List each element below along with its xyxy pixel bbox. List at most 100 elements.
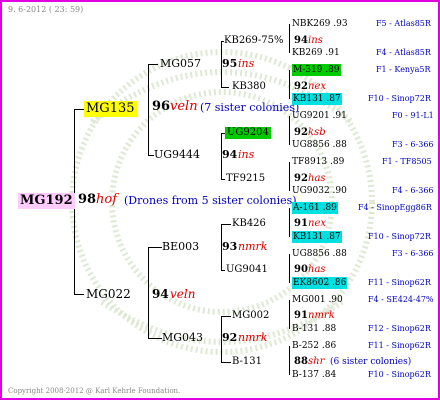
gen4-src-0: F5 - Atlas85R	[376, 19, 431, 28]
date-label: 9. 6-2012 ( 23: 59)	[8, 5, 84, 14]
gen3-d2-race: shr	[308, 356, 325, 367]
gen2-c-race: nmrk	[238, 240, 268, 253]
root-id: MG192	[18, 193, 75, 209]
gen3-d2-num: 88	[294, 356, 308, 367]
root-to-upper-line	[74, 109, 84, 110]
gen1-upper-race: veln	[170, 99, 198, 114]
gen3-d1-num: 91	[294, 310, 308, 321]
gen4-src-10: F3 - 6-366	[392, 249, 434, 258]
gen3-a2-race: nex	[308, 81, 326, 92]
b2-line	[221, 179, 225, 180]
gen2-d-id: MG043	[162, 331, 204, 344]
gen4-src-11: F11 - Sinop62R	[368, 278, 431, 287]
gen4-src-15: F10 - Sinop62R	[368, 370, 431, 379]
gen2-d-race: nmrk	[238, 331, 268, 344]
gen3-c2-id: UG9041	[226, 264, 268, 275]
a2-line	[221, 87, 229, 88]
root-race: hof	[96, 192, 118, 207]
pedigree-diagram: 9. 6-2012 ( 23: 59) MG192 98 hof (Drones…	[0, 0, 440, 400]
gen4-label-2: M-319 .89	[292, 64, 341, 76]
gen4-label-10: UG8856 .88	[292, 249, 347, 259]
gen2-d-num: 92	[222, 331, 238, 344]
gen2-c-num: 93	[222, 240, 238, 253]
gen3-a1-race: ins	[308, 35, 323, 46]
c1-bracket	[289, 208, 290, 237]
gen3-b1-num: 92	[294, 127, 308, 138]
gen3-d2-note: (6 sister colonies)	[330, 357, 412, 367]
gen4-src-9: F10 - Sinop72R	[368, 232, 431, 241]
gen1-lower-id: MG022	[86, 287, 131, 301]
gen4-label-6: TF8913 .89	[292, 157, 345, 167]
gen3-c1-num: 91	[294, 218, 308, 229]
gen2-a-id: MG057	[160, 57, 202, 70]
gen3-b2-race: has	[308, 173, 326, 184]
upper-a-line	[148, 64, 158, 65]
gen3-b2-num: 92	[294, 173, 308, 184]
lower-bracket	[148, 247, 149, 338]
c2-line	[221, 270, 225, 271]
gen3-a2-id: KB380	[232, 81, 266, 92]
gen4-src-1: F4 - Atlas85R	[376, 48, 431, 57]
gen1-upper-note: (7 sister colonies)	[200, 101, 300, 114]
gen3-a1-id: KB269-75%	[224, 35, 284, 46]
c1-line	[221, 224, 231, 225]
root-num: 98	[78, 192, 97, 207]
gen2-b-race: ins	[238, 148, 255, 161]
gen4-src-2: F1 - Kenya5R	[376, 65, 431, 74]
gen2-b-num: 94	[222, 148, 238, 161]
lower-d-line	[148, 338, 162, 339]
gen4-src-13: F12 - Sinop62R	[368, 324, 431, 333]
gen3-d2-id: B-131	[232, 356, 262, 367]
gen1-upper-num: 96	[152, 99, 171, 114]
gen4-label-12: MG001 .90	[292, 295, 343, 305]
gen1-lower-race: veln	[170, 287, 196, 301]
gen4-src-8: F4 - SinopEgg86R	[358, 203, 432, 212]
gen3-c2-num: 90	[294, 264, 308, 275]
root-to-lower-line	[74, 294, 84, 295]
d1-bracket	[289, 300, 290, 329]
gen4-label-13: B-131 .88	[292, 324, 337, 334]
gen4-label-5: UG8856 .88	[292, 140, 347, 150]
gen4-label-7: UG9032 .90	[292, 186, 347, 196]
b2-bracket	[289, 162, 290, 191]
gen1-lower-num: 94	[152, 287, 169, 301]
gen4-label-8: A-161 .89	[292, 202, 338, 214]
a2-bracket	[289, 70, 290, 99]
root-note: (Drones from 5 sister colonies)	[124, 194, 297, 207]
gen4-src-14: F11 - Sinop62R	[368, 341, 431, 350]
gen4-label-14: B-252 .86	[292, 341, 337, 351]
gen4-src-6: F1 - TF8505	[382, 157, 432, 166]
gen4-label-4: UG9201 .91	[292, 111, 347, 121]
gen3-d1-race: nmrk	[308, 310, 335, 321]
upper-bracket	[148, 64, 149, 155]
gen3-c2-race: has	[308, 264, 326, 275]
d2-bracket	[289, 346, 290, 375]
c2-bracket	[289, 254, 290, 283]
gen4-src-4: F0 - 91-L1	[392, 111, 434, 120]
gen4-label-9: KB131 .87	[292, 231, 342, 243]
gen2-c-id: BE003	[162, 240, 200, 253]
gen2-b-id: UG9444	[154, 148, 201, 161]
lower-c-line	[148, 247, 162, 248]
gen4-src-3: F10 - Sinop72R	[368, 94, 431, 103]
gen4-label-15: B-137 .84	[292, 370, 337, 380]
gen4-label-3: KB131 .87	[292, 93, 342, 105]
gen4-label-0: NBK269 .93	[292, 19, 348, 29]
gen4-src-12: F4 - SE424-47%	[368, 295, 434, 304]
d2-line	[221, 362, 231, 363]
d1-line	[221, 316, 231, 317]
gen4-label-11: EK8602 .86	[292, 277, 348, 289]
gen3-b1-id: UG9204	[225, 127, 271, 139]
gen3-d1-id: MG002	[232, 310, 270, 321]
gen1-upper-id: MG135	[84, 101, 137, 117]
gen3-c1-id: KB426	[232, 218, 266, 229]
gen3-b1-race: ksb	[308, 127, 326, 138]
gen3-b2-id: TF9215	[226, 173, 266, 184]
b1-bracket	[289, 116, 290, 145]
gen3-a2-num: 92	[294, 81, 308, 92]
gen3-a1-num: 94	[294, 35, 308, 46]
gen4-src-5: F3 - 6-366	[392, 140, 434, 149]
gen4-src-7: F4 - 6-366	[392, 186, 434, 195]
copyright-text: Copyright 2008-2012 @ Karl Kehrle Founda…	[8, 387, 181, 395]
gen2-a-num: 95	[222, 57, 238, 70]
